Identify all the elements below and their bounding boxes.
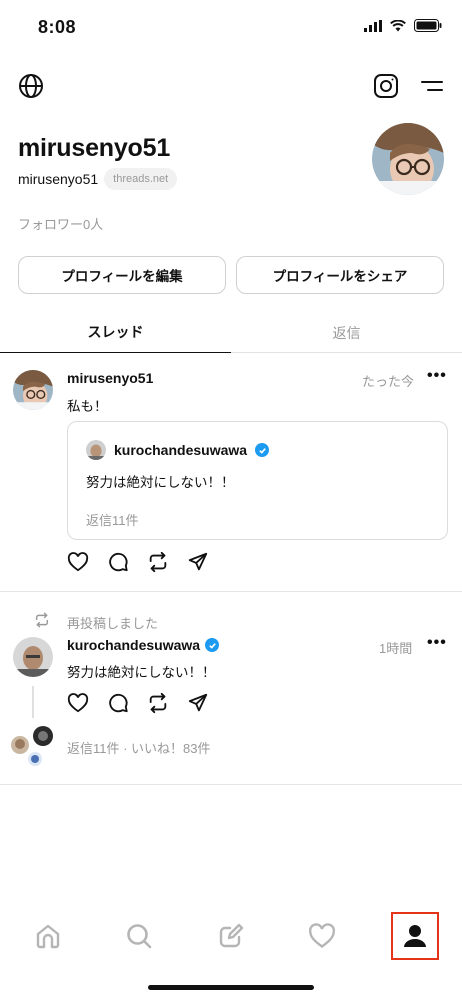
battery-icon — [414, 19, 442, 32]
thread-post[interactable]: mirusenyo51 たった今 ••• 私も！ kurochandesuwaw… — [0, 353, 462, 592]
profile-avatar[interactable] — [372, 123, 444, 195]
replier-avatar — [11, 736, 29, 754]
quoted-author-avatar — [86, 440, 106, 460]
profile-tabs: スレッド 返信 — [0, 312, 462, 353]
post-actions — [67, 692, 209, 714]
post-text: 努力は絶対にしない！！ — [67, 665, 216, 680]
nav-profile-icon[interactable] — [391, 912, 439, 960]
thread-connector-line — [32, 686, 34, 718]
like-icon[interactable] — [67, 692, 89, 714]
quoted-post-text: 努力は絶対にしない！！ — [86, 475, 235, 490]
home-indicator[interactable] — [148, 985, 314, 990]
post-timestamp: 1時間 — [379, 641, 413, 656]
more-options-icon[interactable]: ••• — [427, 634, 447, 652]
reply-icon[interactable] — [107, 551, 129, 573]
replier-avatar — [33, 726, 53, 746]
nav-compose-icon[interactable] — [209, 914, 253, 958]
wifi-icon — [390, 19, 406, 31]
more-options-icon[interactable]: ••• — [427, 367, 447, 385]
quoted-author-name: kurochandesuwawa — [114, 442, 248, 458]
post-author-avatar[interactable] — [13, 370, 53, 410]
menu-icon[interactable] — [416, 70, 448, 102]
post-actions — [67, 551, 209, 573]
top-bar — [0, 68, 462, 108]
quoted-post-header: kurochandesuwawa — [86, 440, 270, 460]
instagram-icon[interactable] — [370, 70, 402, 102]
status-icons — [364, 19, 442, 32]
edit-profile-button[interactable]: プロフィールを編集 — [18, 256, 226, 294]
repost-icon[interactable] — [147, 692, 169, 714]
verified-badge-icon — [205, 638, 220, 652]
author-name-text: kurochandesuwawa — [67, 637, 201, 653]
share-icon[interactable] — [187, 551, 209, 573]
post-engagement-summary[interactable]: 返信11件 · いいね！83件 — [67, 738, 211, 757]
post-author-name[interactable]: mirusenyo51 — [67, 370, 153, 386]
tab-threads[interactable]: スレッド — [0, 312, 231, 353]
quoted-post-reply-count[interactable]: 返信11件 — [86, 510, 139, 529]
threads-domain-badge[interactable]: threads.net — [104, 168, 178, 190]
profile-name: mirusenyo51 — [18, 134, 171, 162]
reply-icon[interactable] — [107, 692, 129, 714]
like-icon[interactable] — [67, 551, 89, 573]
status-bar: 8:08 — [0, 0, 462, 56]
post-author-avatar[interactable] — [13, 637, 53, 677]
post-timestamp: たった今 — [362, 374, 415, 389]
cellular-signal-icon — [364, 19, 382, 32]
tab-replies[interactable]: 返信 — [231, 312, 462, 353]
repost-icon[interactable] — [147, 551, 169, 573]
share-icon[interactable] — [187, 692, 209, 714]
bottom-nav — [0, 905, 462, 965]
quoted-post[interactable]: kurochandesuwawa 努力は絶対にしない！！ 返信11件 — [67, 421, 448, 540]
status-time: 8:08 — [38, 17, 77, 37]
reposted-thread[interactable]: 再投稿しました kurochandesuwawa 1時間 ••• 努力は絶対にし… — [0, 592, 462, 785]
verified-badge-icon — [255, 443, 270, 457]
post-author-name[interactable]: kurochandesuwawa — [67, 637, 220, 653]
repost-indicator-icon — [34, 612, 50, 633]
replier-avatar — [28, 752, 42, 766]
post-text: 私も！ — [67, 399, 108, 414]
nav-activity-heart-icon[interactable] — [300, 914, 344, 958]
repost-label: 再投稿しました — [67, 616, 159, 631]
nav-home-icon[interactable] — [26, 914, 70, 958]
nav-search-icon[interactable] — [117, 914, 161, 958]
handle-row: mirusenyo51 threads.net — [18, 168, 178, 190]
profile-handle: mirusenyo51 — [18, 171, 99, 187]
followers-count[interactable]: フォロワー0人 — [18, 214, 103, 233]
share-profile-button[interactable]: プロフィールをシェア — [236, 256, 444, 294]
globe-icon[interactable] — [15, 70, 47, 102]
